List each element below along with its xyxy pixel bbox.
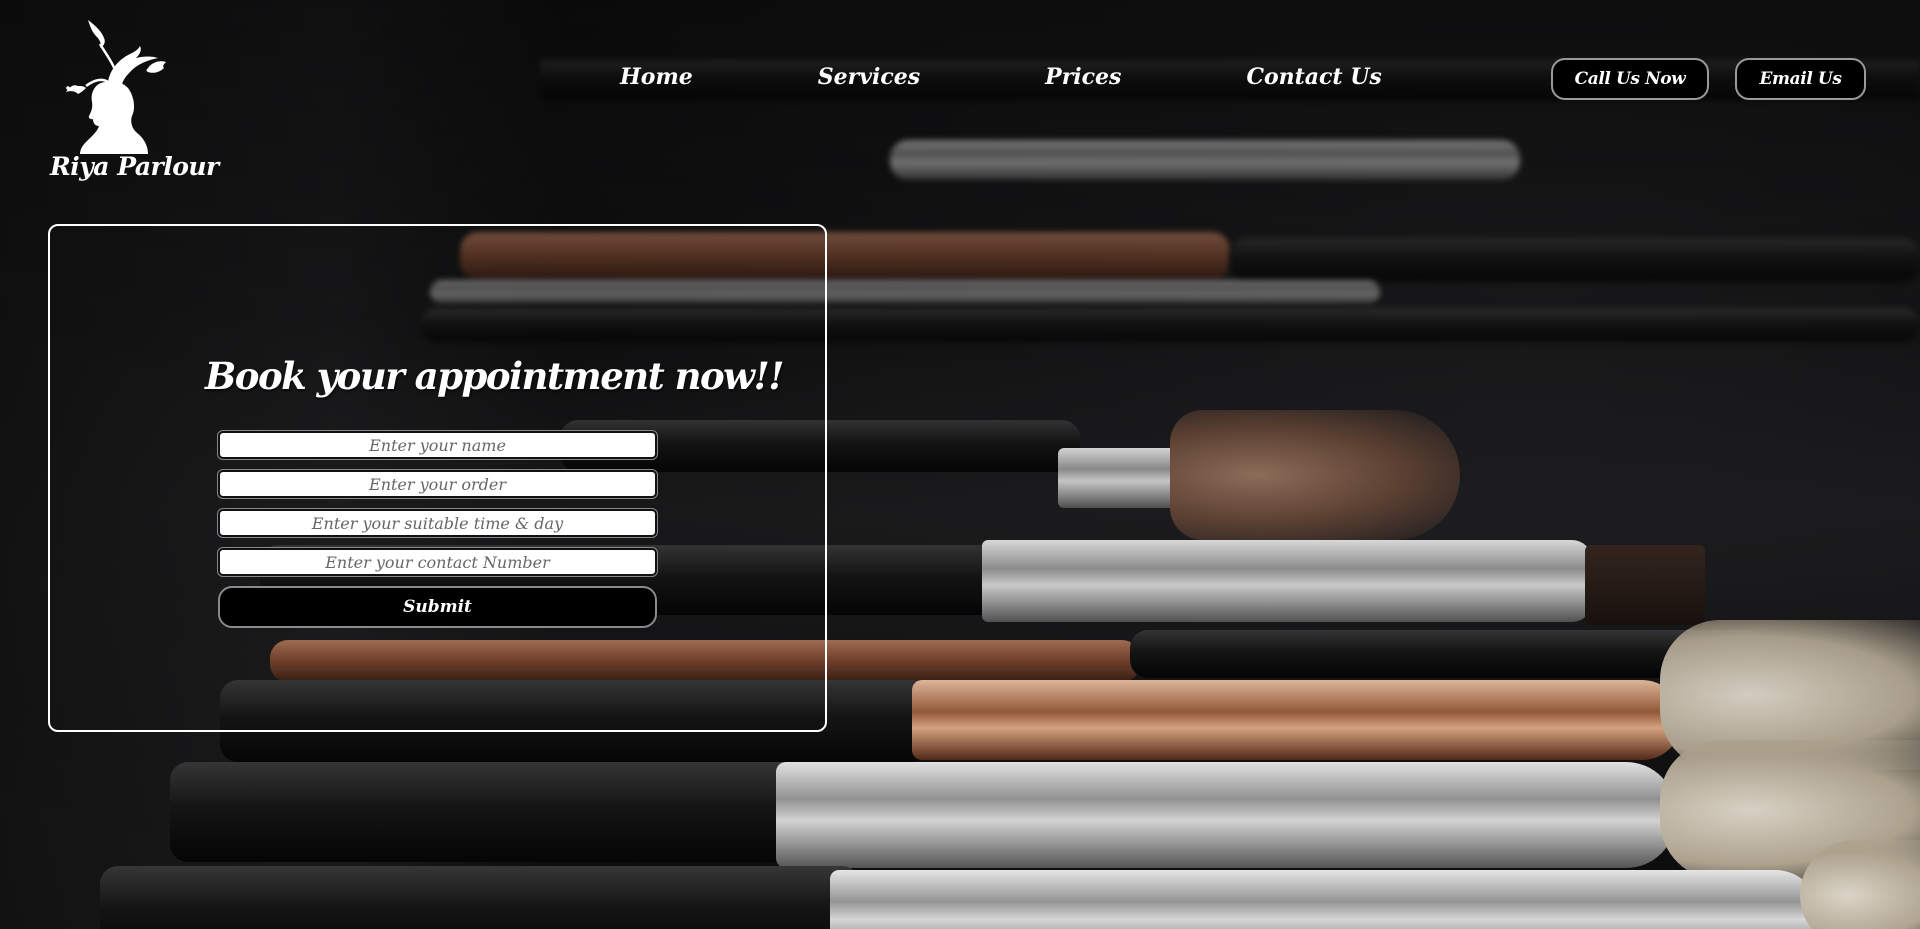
nav-home[interactable]: Home: [620, 64, 693, 90]
nav-contact-us[interactable]: Contact Us: [1246, 64, 1381, 90]
brush-ferrule: [982, 540, 1592, 622]
woman-silhouette-with-birds-icon: [66, 20, 166, 154]
call-us-now-button[interactable]: Call Us Now: [1551, 58, 1709, 100]
name-input[interactable]: [217, 430, 658, 460]
brush-bristles: [1170, 410, 1460, 540]
booking-title: Book your appointment now!!: [205, 354, 785, 398]
nav-prices[interactable]: Prices: [1045, 64, 1121, 90]
brush-handle: [170, 762, 800, 862]
nav-services[interactable]: Services: [818, 64, 920, 90]
page: Riya Parlour Home Services Prices Contac…: [0, 0, 1920, 929]
brush-ferrule: [890, 140, 1520, 180]
time-day-input[interactable]: [217, 508, 658, 538]
brush-ferrule: [912, 680, 1682, 760]
brand-name: Riya Parlour: [50, 152, 219, 181]
email-us-button[interactable]: Email Us: [1735, 58, 1866, 100]
brush-handle: [100, 866, 860, 929]
brush-ferrule: [776, 762, 1676, 868]
order-input[interactable]: [217, 469, 658, 499]
submit-button[interactable]: Submit: [218, 586, 657, 628]
brush-ferrule: [830, 870, 1820, 929]
brush-ferrule: [1058, 448, 1182, 508]
brush-tip: [1585, 545, 1705, 625]
brand-logo[interactable]: Riya Parlour: [48, 20, 219, 190]
contact-number-input[interactable]: [217, 547, 658, 577]
main-nav: Home Services Prices Contact Us: [620, 64, 1382, 90]
brush-bristles: [1800, 840, 1920, 929]
brush-handle: [1230, 238, 1920, 282]
